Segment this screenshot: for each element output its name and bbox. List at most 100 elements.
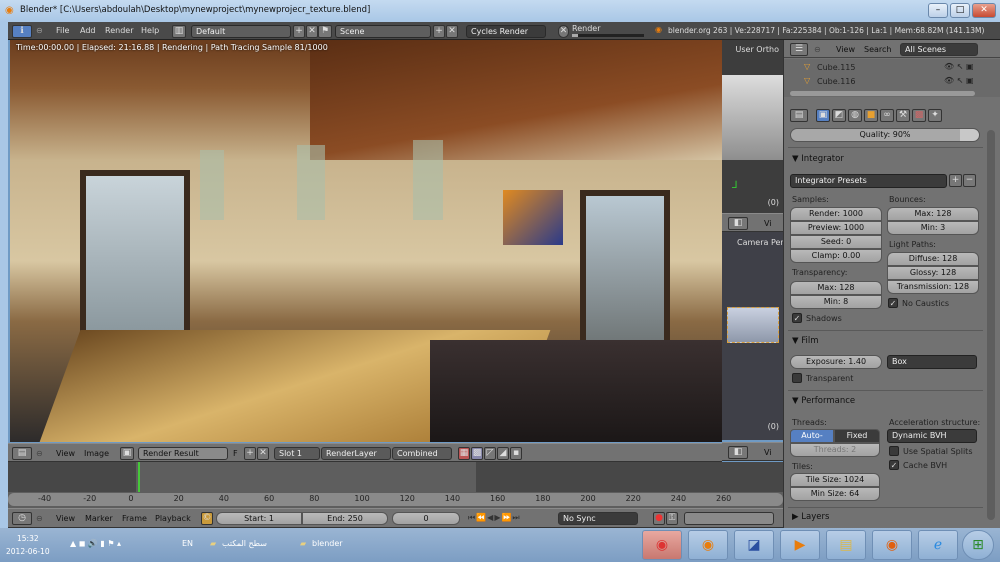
bounces-max-field[interactable]: Max: 128 xyxy=(887,207,979,221)
add-scene-button[interactable]: + xyxy=(433,25,445,38)
transmission-field[interactable]: Transmission: 128 xyxy=(887,280,979,294)
sync-mode-select[interactable]: No Sync xyxy=(558,512,638,525)
acceleration-structure-select[interactable]: Dynamic BVH xyxy=(887,429,977,443)
clock-date[interactable]: 2012-06-10 xyxy=(6,547,50,556)
blender-folder-toolbar[interactable]: blender xyxy=(312,539,343,548)
z-buffer-icon[interactable]: ◸ xyxy=(484,447,496,460)
visibility-icon[interactable]: 👁 ↖ ▣ xyxy=(944,76,974,85)
unlink-image-button[interactable]: ✕ xyxy=(257,447,269,460)
render-pass-select[interactable]: Combined xyxy=(392,447,452,460)
pin-icon[interactable]: ▪ xyxy=(510,447,522,460)
close-button[interactable]: ✕ xyxy=(972,3,996,18)
collapse-icon[interactable]: ⊖ xyxy=(814,45,821,54)
render-tab-icon[interactable]: ▣ xyxy=(816,109,830,122)
fixed-threads-option[interactable]: Fixed xyxy=(834,429,880,443)
min-size-field[interactable]: Min Size: 64 xyxy=(790,487,880,501)
current-frame-field[interactable]: 0 xyxy=(392,512,460,525)
transparent-checkbox[interactable] xyxy=(792,373,802,383)
render-engine-select[interactable]: Cycles Render xyxy=(466,25,546,38)
editor-type-info-icon[interactable]: ℹ xyxy=(12,25,32,38)
transparency-min-field[interactable]: Min: 8 xyxy=(790,295,882,309)
add-preset-button[interactable]: + xyxy=(949,174,962,187)
viewport-view-menu[interactable]: Vi xyxy=(764,219,772,228)
outliner-scrollbar[interactable] xyxy=(790,91,975,96)
render-result-view[interactable]: Time:00:00.00 | Elapsed: 21:16.88 | Rend… xyxy=(10,40,722,442)
layout-selector[interactable]: Default xyxy=(191,25,291,38)
no-caustics-checkbox[interactable]: ✓ xyxy=(888,298,898,308)
preview-range-icon[interactable]: © xyxy=(201,512,213,525)
collapse-icon[interactable]: ⊖ xyxy=(36,514,43,523)
tray-icons[interactable]: ▲ ◼ 🔊 ▮ ⚑ ▴ xyxy=(70,539,121,548)
remove-preset-button[interactable]: − xyxy=(963,174,976,187)
end-frame-field[interactable]: End: 250 xyxy=(302,512,388,525)
auto-detect-threads-option[interactable]: Auto-detect xyxy=(790,429,834,452)
cancel-render-button[interactable]: ✕ xyxy=(558,25,569,38)
menu-image[interactable]: Image xyxy=(84,449,109,458)
start-button[interactable]: ⊞ xyxy=(962,530,994,560)
menu-render[interactable]: Render xyxy=(105,26,133,35)
viewport-view-menu[interactable]: Vi xyxy=(764,448,772,457)
object-tab-icon[interactable]: ■ xyxy=(864,109,878,122)
image-selector[interactable]: Render Result xyxy=(138,447,228,460)
remove-layout-button[interactable]: ✕ xyxy=(306,25,318,38)
alpha-icon[interactable]: ▩ xyxy=(471,447,483,460)
seed-field[interactable]: Seed: 0 xyxy=(790,235,882,249)
world-tab-icon[interactable]: ◍ xyxy=(848,109,862,122)
minimize-button[interactable]: – xyxy=(928,3,948,18)
clamp-field[interactable]: Clamp: 0.00 xyxy=(790,249,882,263)
particles-tab-icon[interactable]: ✦ xyxy=(928,109,942,122)
menu-marker[interactable]: Marker xyxy=(85,514,113,523)
integrator-panel-header[interactable]: ▼ Integrator xyxy=(792,154,844,164)
fake-user-toggle[interactable]: F xyxy=(233,449,238,458)
quality-slider[interactable]: Quality: 90% xyxy=(790,128,980,142)
screen-layout-icon[interactable]: ▥ xyxy=(172,25,186,38)
outliner-filter-select[interactable]: All Scenes xyxy=(900,43,978,56)
collapse-icon[interactable]: ⊖ xyxy=(36,26,43,35)
menu-help[interactable]: Help xyxy=(141,26,159,35)
scene-selector[interactable]: Scene xyxy=(335,25,431,38)
glossy-field[interactable]: Glossy: 128 xyxy=(887,266,979,280)
remove-scene-button[interactable]: ✕ xyxy=(446,25,458,38)
bounces-min-field[interactable]: Min: 3 xyxy=(887,221,979,235)
diffuse-field[interactable]: Diffuse: 128 xyxy=(887,252,979,266)
timeline-ruler[interactable]: -40 -20 0 20 40 60 80 100 120 140 160 180 200 220 240 2… xyxy=(8,493,783,506)
clock-time[interactable]: 15:32 xyxy=(17,534,39,543)
taskbar-media-player[interactable]: ▶ xyxy=(780,530,820,560)
filter-type-select[interactable]: Box xyxy=(887,355,977,369)
desktop-toolbar[interactable]: سطح المكتب xyxy=(222,539,267,548)
keying-icon[interactable]: ⚿ xyxy=(666,512,678,525)
start-frame-field[interactable]: Start: 1 xyxy=(216,512,302,525)
image-editor-icon[interactable]: ▤ xyxy=(12,447,32,460)
taskbar-firefox[interactable]: ◉ xyxy=(872,530,912,560)
tile-size-field[interactable]: Tile Size: 1024 xyxy=(790,473,880,487)
integrator-presets-select[interactable]: Integrator Presets xyxy=(790,174,947,188)
playback-controls[interactable]: ⏮⏪◀▶⏩⏭ xyxy=(468,513,521,523)
menu-playback[interactable]: Playback xyxy=(155,514,191,523)
viewport-camera-persp[interactable]: Camera Pers (0) xyxy=(722,232,788,440)
current-frame-cursor[interactable] xyxy=(138,462,140,492)
constraints-tab-icon[interactable]: ∞ xyxy=(880,109,894,122)
scene-tab-icon[interactable]: ◩ xyxy=(832,109,846,122)
exposure-field[interactable]: Exposure: 1.40 xyxy=(790,355,882,369)
transparency-max-field[interactable]: Max: 128 xyxy=(790,281,882,295)
new-image-button[interactable]: + xyxy=(244,447,256,460)
menu-file[interactable]: File xyxy=(56,26,69,35)
properties-editor-icon[interactable]: ▤ xyxy=(790,109,808,122)
maximize-button[interactable]: □ xyxy=(950,3,970,18)
view3d-editor-icon[interactable]: ◧ xyxy=(728,217,748,230)
draw-channels-icon[interactable]: ▦ xyxy=(458,447,470,460)
taskbar-messenger[interactable]: ◪ xyxy=(734,530,774,560)
language-indicator[interactable]: EN xyxy=(182,539,193,548)
preview-samples-field[interactable]: Preview: 1000 xyxy=(790,221,882,235)
record-button[interactable]: ● xyxy=(653,512,665,525)
keying-set-field[interactable] xyxy=(684,512,774,525)
outliner-editor-icon[interactable]: ☰ xyxy=(790,43,808,56)
view3d-editor-icon[interactable]: ◧ xyxy=(728,446,748,459)
texture-tab-icon[interactable]: ▩ xyxy=(912,109,926,122)
render-layer-select[interactable]: RenderLayer xyxy=(321,447,391,460)
menu-frame[interactable]: Frame xyxy=(122,514,147,523)
taskbar-explorer[interactable]: ▤ xyxy=(826,530,866,560)
outliner-item[interactable]: ▽ Cube.116 👁 ↖ ▣ xyxy=(784,75,994,89)
performance-panel-header[interactable]: ▼ Performance xyxy=(792,396,855,406)
slot-select[interactable]: Slot 1 xyxy=(274,447,320,460)
